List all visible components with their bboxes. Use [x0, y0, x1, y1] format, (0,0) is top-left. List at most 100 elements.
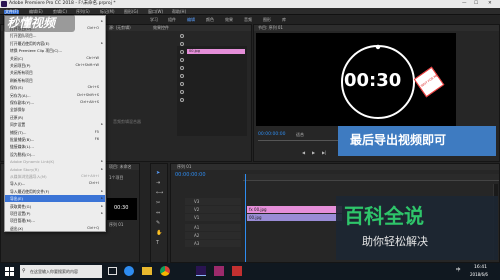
- file-menu-item[interactable]: 另存为(A)... Ctrl+Shift+S: [5, 91, 105, 98]
- track-header-a2[interactable]: A2: [185, 232, 241, 239]
- workspace-tab-graphics[interactable]: 图形: [263, 18, 271, 22]
- track-header-a3[interactable]: A3: [185, 240, 241, 247]
- tab-sequence[interactable]: 序列 01: [177, 165, 191, 169]
- workspace-tab-learn[interactable]: 学习: [150, 18, 158, 22]
- program-timecode[interactable]: 00:00:00:00: [258, 132, 285, 138]
- file-menu-item[interactable]: 刷新所有项目: [5, 76, 105, 83]
- task-view-icon[interactable]: [108, 267, 117, 275]
- timeline-timecode[interactable]: 00:00:00:00: [175, 173, 206, 178]
- program-fit-select[interactable]: 适合: [296, 133, 304, 137]
- track-header-v3[interactable]: V3: [185, 198, 241, 205]
- pen-tool-icon[interactable]: ✎: [156, 221, 160, 226]
- file-menu-item[interactable]: 转换 Premiere Clip 项目(C)...: [5, 47, 105, 54]
- workspace-tab-color[interactable]: 颜色: [206, 18, 214, 22]
- stopwatch-icon[interactable]: [180, 90, 184, 94]
- effect-controls-clip-bar[interactable]: 00.jpg: [187, 49, 245, 54]
- play-icon[interactable]: ▶: [312, 151, 315, 155]
- tab-audio-mixer[interactable]: 音频剪辑混合器: [113, 120, 141, 124]
- menu-file[interactable]: 文件(F): [4, 9, 20, 14]
- file-menu-item[interactable]: 还原(R): [5, 113, 105, 120]
- menu-graphics[interactable]: 图形(G): [124, 9, 138, 14]
- slip-tool-icon[interactable]: ⇔: [156, 211, 160, 216]
- track-header-v1[interactable]: V1: [185, 214, 241, 221]
- file-menu-item[interactable]: 打开团队项目...: [5, 32, 105, 39]
- chrome-icon[interactable]: [160, 266, 170, 276]
- playhead[interactable]: [245, 174, 246, 262]
- stopwatch-icon[interactable]: [180, 42, 184, 46]
- step-forward-icon[interactable]: ▶|: [322, 151, 326, 155]
- file-menu-item[interactable]: 打开最近使用的内容(E) ▸: [5, 39, 105, 46]
- file-menu-item[interactable]: 捕捉(T)... F5: [5, 128, 105, 135]
- razor-tool-icon[interactable]: ✂: [156, 201, 160, 206]
- step-back-icon[interactable]: ◀: [302, 151, 305, 155]
- hand-tool-icon[interactable]: ✋: [156, 231, 162, 236]
- menu-help[interactable]: 帮助(H): [172, 9, 186, 14]
- file-menu-item[interactable]: 关闭所有项目: [5, 69, 105, 76]
- menu-markers[interactable]: 标记(M): [100, 9, 115, 14]
- type-tool-icon[interactable]: T: [156, 241, 159, 246]
- timeline-clip-v1[interactable]: 00.jpg: [247, 214, 342, 221]
- timeline-clip-v2[interactable]: fx 00.jpg: [247, 206, 342, 213]
- selection-tool-icon[interactable]: ➤: [156, 171, 160, 176]
- track-header-v2[interactable]: V2: [185, 206, 241, 213]
- stopwatch-icon[interactable]: [180, 98, 184, 102]
- file-menu-item[interactable]: 批量捕捉(B)... F6: [5, 135, 105, 142]
- file-menu-item[interactable]: 获取属性(G) ▸: [5, 202, 105, 209]
- menu-clip[interactable]: 剪辑(C): [53, 9, 67, 14]
- program-monitor-video[interactable]: 00:30 WAIT FOR ME: [256, 33, 456, 126]
- timeline-ruler[interactable]: [243, 174, 499, 181]
- stopwatch-icon[interactable]: [180, 66, 184, 70]
- stopwatch-icon[interactable]: [180, 34, 184, 38]
- clip-label-v1: 00.jpg: [249, 214, 262, 220]
- taskbar-clock[interactable]: 16:41: [474, 265, 487, 271]
- menu-edit[interactable]: 编辑(E): [29, 9, 43, 14]
- workspace-tab-editing[interactable]: 编辑: [187, 18, 195, 22]
- file-menu-item[interactable]: 保存(S) Ctrl+S: [5, 84, 105, 91]
- workspace-tab-libraries[interactable]: 库: [282, 18, 286, 22]
- windows-start-icon[interactable]: [5, 267, 14, 276]
- tab-project[interactable]: 项目: 未命名: [109, 165, 132, 169]
- premiere-taskbar-icon[interactable]: [196, 266, 206, 276]
- menu-window[interactable]: 窗口(W): [148, 9, 163, 14]
- taskbar-search-box[interactable]: ⚲ 在这里输入你要搜索的内容: [20, 265, 102, 278]
- file-menu-item[interactable]: 链接媒体(L)...: [5, 143, 105, 150]
- file-menu-item[interactable]: 同步设置 ▸: [5, 121, 105, 128]
- file-menu-item[interactable]: 导出(E) ▸: [5, 194, 105, 202]
- stopwatch-icon[interactable]: [180, 74, 184, 78]
- workspace-tab-audio[interactable]: 音频: [244, 18, 252, 22]
- edge-icon[interactable]: [124, 266, 134, 276]
- file-menu-item[interactable]: 导入最近使用的文件(F) ▸: [5, 187, 105, 194]
- minimize-button[interactable]: —: [462, 1, 467, 7]
- menu-sequence[interactable]: 序列(S): [76, 9, 90, 14]
- file-menu-item[interactable]: 项目设置(P) ▸: [5, 209, 105, 216]
- app-taskbar-icon[interactable]: [214, 266, 224, 276]
- tab-source[interactable]: 源: (无剪辑): [109, 26, 131, 30]
- input-lang-indicator[interactable]: 中: [456, 268, 461, 274]
- file-menu-item[interactable]: 全部保存: [5, 106, 105, 113]
- stopwatch-icon[interactable]: [180, 58, 184, 62]
- file-menu-item[interactable]: 关闭(C) Ctrl+W: [5, 54, 105, 61]
- app-taskbar-icon[interactable]: [232, 266, 242, 276]
- project-clip-name[interactable]: 序列 01: [109, 223, 123, 227]
- project-thumbnail[interactable]: 00:30: [107, 198, 137, 220]
- workspace-tab-effects[interactable]: 效果: [225, 18, 233, 22]
- tab-effect-controls[interactable]: 效果控件: [153, 26, 169, 30]
- workspace-tab-assembly[interactable]: 组件: [168, 18, 176, 22]
- maximize-button[interactable]: ☐: [474, 1, 478, 7]
- ripple-edit-tool-icon[interactable]: ⟷: [156, 191, 163, 196]
- file-menu-item[interactable]: 设为脱机(O)...: [5, 150, 105, 157]
- file-menu-item[interactable]: 保存副本(Y)... Ctrl+Alt+S: [5, 98, 105, 105]
- track-header-a1[interactable]: A1: [185, 224, 241, 231]
- stopwatch-icon[interactable]: [180, 82, 184, 86]
- file-explorer-icon[interactable]: [142, 267, 152, 275]
- program-scrubber[interactable]: [258, 140, 338, 141]
- file-menu-item[interactable]: 项目管理(M)...: [5, 217, 105, 224]
- file-menu-item[interactable]: 退出(X) Ctrl+Q: [5, 224, 105, 231]
- close-button[interactable]: ✕: [488, 1, 492, 7]
- tab-program[interactable]: 节目: 序列 01: [258, 26, 283, 30]
- taskbar-date[interactable]: 2018/6/6: [470, 273, 488, 277]
- file-menu-item[interactable]: 关闭项目(P) Ctrl+Shift+W: [5, 61, 105, 68]
- file-menu-item[interactable]: 导入(I)... Ctrl+I: [5, 180, 105, 187]
- stopwatch-icon[interactable]: [180, 50, 184, 54]
- track-select-tool-icon[interactable]: ⇥: [156, 181, 160, 186]
